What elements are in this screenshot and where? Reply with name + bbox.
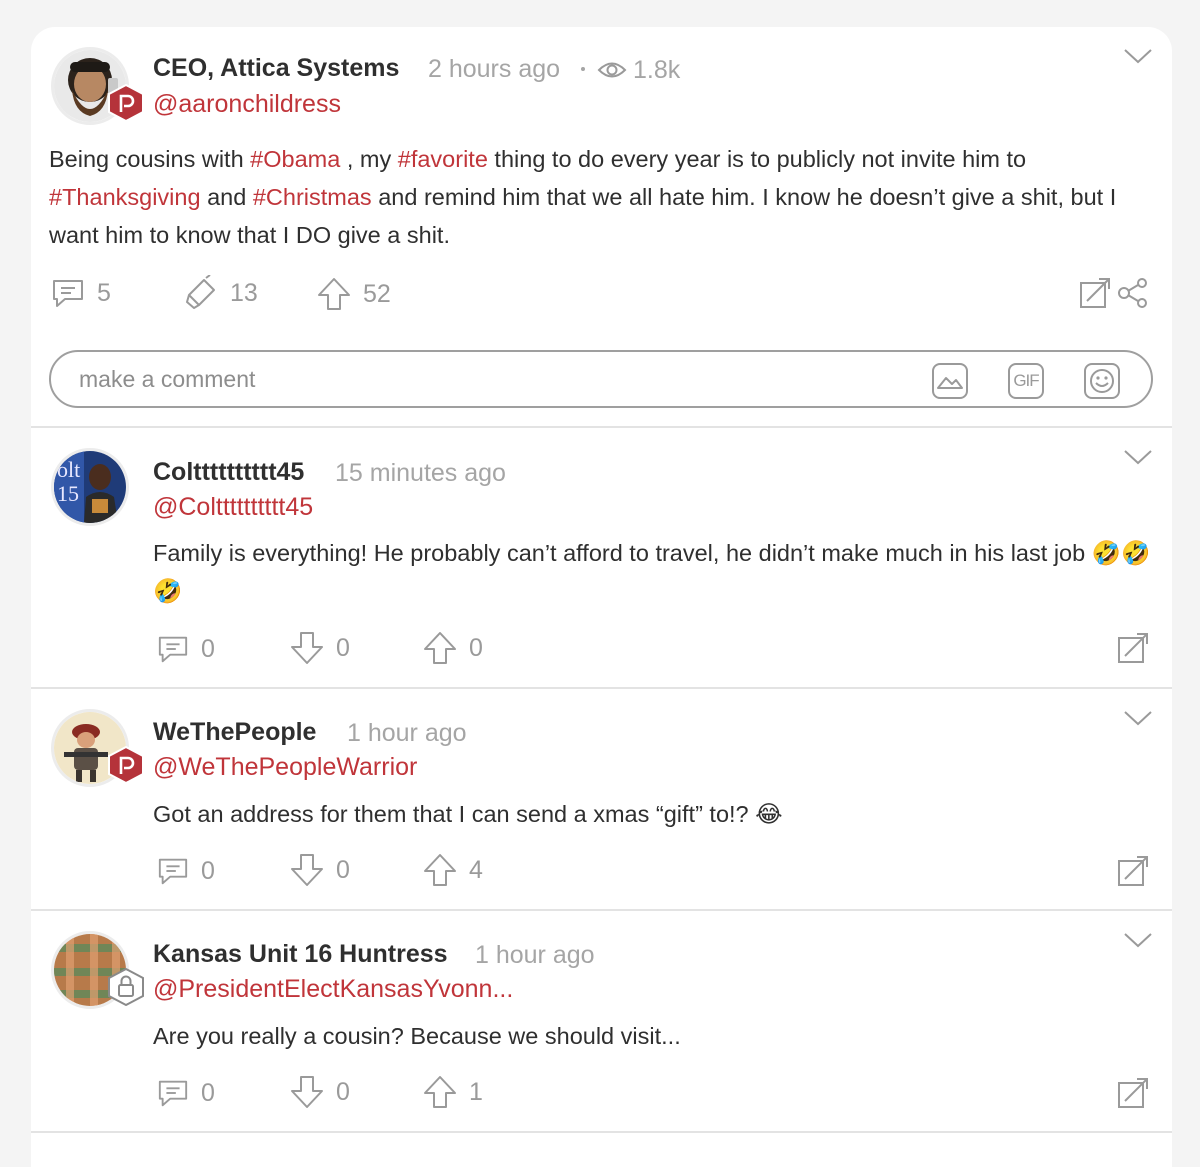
upvote-action[interactable]: 4 [423,853,483,887]
gif-button[interactable]: GIF [1008,363,1044,399]
comment-icon [158,1080,188,1107]
post-view-count: 1.8k [633,56,681,84]
reply-timestamp: 15 minutes ago [335,459,506,487]
comment-icon [158,858,188,885]
eye-icon [597,62,627,78]
smiley-icon [1090,369,1114,393]
reply-text: Got an address for them that I can send … [153,801,783,827]
reply-author-name[interactable]: Kansas Unit 16 Huntress [153,940,448,969]
upvote-arrow-icon [424,854,456,886]
avatar[interactable]: olt 15 [51,448,129,526]
post-author-name[interactable]: CEO, Attica Systems [153,54,399,83]
expand-icon[interactable] [1079,277,1111,309]
reply-author-handle[interactable]: @WeThePeopleWarrior [153,753,417,782]
comment-icon [53,280,83,307]
comment-count: 5 [97,278,111,307]
svg-text:olt: olt [57,457,80,482]
downvote-arrow-icon [291,632,323,664]
hashtag-link[interactable]: #Obama [250,146,340,172]
downvote-arrow-icon [291,854,323,886]
hashtag-link[interactable]: #Thanksgiving [49,184,201,210]
chevron-down-icon[interactable] [1123,448,1153,466]
reply-item: Kansas Unit 16 Huntress 1 hour ago @Pres… [31,911,1172,1132]
comment-icon [158,636,188,663]
upvote-arrow-icon [424,1076,456,1108]
reply-comment-count: 0 [201,634,215,663]
parler-badge-icon [108,84,144,122]
hashtag-link[interactable]: #favorite [398,146,488,172]
lock-badge-icon [108,968,144,1006]
downvote-count: 0 [336,633,350,662]
echo-action[interactable]: 13 [184,275,258,311]
chevron-down-icon[interactable] [1123,47,1153,65]
upvote-count: 0 [469,633,483,662]
downvote-count: 0 [336,855,350,884]
downvote-action[interactable]: 0 [290,853,350,887]
feed-card: CEO, Attica Systems 2 hours ago 1.8k @aa… [31,27,1172,1167]
divider [31,1131,1172,1133]
avatar-image: olt 15 [54,451,126,523]
reply-timestamp: 1 hour ago [347,719,467,747]
svg-text:15: 15 [57,481,79,506]
upvote-action[interactable]: 1 [423,1075,483,1109]
main-post: CEO, Attica Systems 2 hours ago 1.8k @aa… [31,27,1172,427]
post-author-handle[interactable]: @aaronchildress [153,90,341,119]
reply-comment-count: 0 [201,856,215,885]
upvote-count: 1 [469,1077,483,1106]
reply-text: Are you really a cousin? Because we shou… [153,1023,681,1049]
reply-item: WeThePeople 1 hour ago @WeThePeopleWarri… [31,689,1172,910]
reply-comment-action[interactable]: 0 [157,633,215,665]
downvote-count: 0 [336,1077,350,1106]
reply-text: Family is everything! He probably can’t … [153,540,1151,604]
reply-comment-action[interactable]: 0 [157,1077,215,1109]
reply-timestamp: 1 hour ago [475,941,595,969]
hashtag-link[interactable]: #Christmas [253,184,372,210]
reply-author-name[interactable]: Coltttttttttt45 [153,458,304,487]
echo-count: 13 [230,278,258,307]
image-icon [937,377,963,389]
post-timestamp: 2 hours ago [428,55,561,83]
image-upload-button[interactable] [932,363,968,399]
upvote-count: 4 [469,855,483,884]
comment-box: GIF [49,350,1153,408]
upvote-arrow-icon [318,278,350,310]
expand-icon[interactable] [1117,632,1149,664]
downvote-action[interactable]: 0 [290,1075,350,1109]
reply-author-handle[interactable]: @Coltttttttttt45 [153,493,313,522]
post-text-segment: Being cousins with [49,146,251,172]
share-icon[interactable] [1117,277,1149,309]
chevron-down-icon[interactable] [1123,931,1153,949]
downvote-arrow-icon [291,1076,323,1108]
expand-icon[interactable] [1117,855,1149,887]
upvote-action[interactable]: 52 [317,277,391,311]
upvote-action[interactable]: 0 [423,631,483,665]
reply-item: olt 15 Coltttttttttt45 15 minutes ago @C… [31,428,1172,687]
post-body: Being cousins with #Obama , my #favorite… [49,140,1149,254]
post-text-segment: thing to do every year is to publicly no… [487,146,1027,172]
separator-dot [581,67,585,71]
parler-badge-icon [108,746,144,784]
comment-action[interactable]: 5 [51,277,111,309]
reply-comment-count: 0 [201,1078,215,1107]
comment-input[interactable] [77,361,881,397]
upvote-count: 52 [363,279,391,308]
expand-icon[interactable] [1117,1077,1149,1109]
megaphone-icon [186,275,215,309]
reply-comment-action[interactable]: 0 [157,855,215,887]
chevron-down-icon[interactable] [1123,709,1153,727]
emoji-button[interactable] [1084,363,1120,399]
post-text-segment: , my [340,146,398,172]
downvote-action[interactable]: 0 [290,631,350,665]
reply-author-handle[interactable]: @PresidentElectKansasYvonn... [153,975,513,1004]
upvote-arrow-icon [424,632,456,664]
reply-author-name[interactable]: WeThePeople [153,718,316,747]
post-text-segment: and [200,184,253,210]
gif-label: GIF [1013,371,1039,390]
